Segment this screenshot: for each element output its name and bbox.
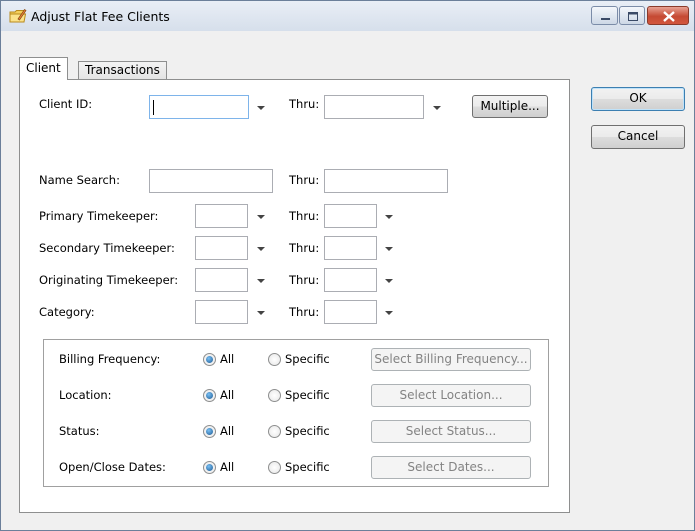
tab-transactions[interactable]: Transactions: [78, 61, 167, 80]
open-close-dates-label: Open/Close Dates:: [59, 460, 166, 474]
secondary-timekeeper-thru-input[interactable]: [324, 236, 377, 260]
minimize-icon: [601, 18, 610, 20]
open-close-dates-all-label: All: [220, 460, 235, 474]
select-billing-frequency-button[interactable]: Select Billing Frequency...: [371, 348, 531, 371]
status-specific-radio[interactable]: [268, 425, 281, 438]
open-close-dates-specific-radio[interactable]: [268, 461, 281, 474]
status-all-label: All: [220, 424, 235, 438]
maximize-icon: [628, 12, 638, 21]
primary-timekeeper-input[interactable]: [195, 204, 248, 228]
location-specific-label: Specific: [285, 388, 330, 402]
primary-timekeeper-thru-input[interactable]: [324, 204, 377, 228]
multiple-button[interactable]: Multiple...: [472, 95, 548, 118]
name-search-thru-label: Thru:: [289, 173, 320, 187]
originating-timekeeper-input[interactable]: [195, 268, 248, 292]
category-thru-label: Thru:: [289, 305, 320, 319]
primary-timekeeper-thru-label: Thru:: [289, 209, 320, 223]
originating-timekeeper-thru-dropdown-chevron-down-icon[interactable]: [381, 270, 397, 290]
ok-button[interactable]: OK: [591, 87, 685, 111]
primary-timekeeper-thru-dropdown-chevron-down-icon[interactable]: [381, 206, 397, 226]
open-close-dates-all-radio[interactable]: [203, 461, 216, 474]
secondary-timekeeper-dropdown-chevron-down-icon[interactable]: [253, 238, 269, 258]
billing-frequency-specific-label: Specific: [285, 352, 330, 366]
billing-frequency-all-label: All: [220, 352, 235, 366]
originating-timekeeper-dropdown-chevron-down-icon[interactable]: [253, 270, 269, 290]
window-title: Adjust Flat Fee Clients: [31, 9, 170, 24]
billing-frequency-label: Billing Frequency:: [59, 352, 161, 366]
select-dates-button[interactable]: Select Dates...: [371, 456, 531, 479]
name-search-input[interactable]: [149, 169, 273, 193]
client-id-thru-label: Thru:: [289, 97, 320, 111]
billing-frequency-specific-radio[interactable]: [268, 353, 281, 366]
close-button[interactable]: [647, 6, 689, 25]
secondary-timekeeper-label: Secondary Timekeeper:: [39, 241, 175, 255]
client-id-label: Client ID:: [39, 97, 93, 111]
category-thru-dropdown-chevron-down-icon[interactable]: [381, 302, 397, 322]
status-all-radio[interactable]: [203, 425, 216, 438]
originating-timekeeper-thru-input[interactable]: [324, 268, 377, 292]
minimize-button[interactable]: [591, 6, 618, 25]
category-thru-input[interactable]: [324, 300, 377, 324]
originating-timekeeper-thru-label: Thru:: [289, 273, 320, 287]
name-search-thru-input[interactable]: [324, 169, 448, 193]
status-specific-label: Specific: [285, 424, 330, 438]
text-caret: [153, 100, 154, 115]
secondary-timekeeper-thru-label: Thru:: [289, 241, 320, 255]
primary-timekeeper-label: Primary Timekeeper:: [39, 209, 159, 223]
folder-pencil-icon: [9, 8, 27, 24]
open-close-dates-specific-label: Specific: [285, 460, 330, 474]
primary-timekeeper-dropdown-chevron-down-icon[interactable]: [253, 206, 269, 226]
client-id-thru-input[interactable]: [324, 95, 424, 119]
location-all-radio[interactable]: [203, 389, 216, 402]
category-dropdown-chevron-down-icon[interactable]: [253, 302, 269, 322]
client-id-thru-dropdown-chevron-down-icon[interactable]: [429, 97, 445, 117]
select-location-button[interactable]: Select Location...: [371, 384, 531, 407]
client-id-input[interactable]: [149, 95, 249, 119]
secondary-timekeeper-input[interactable]: [195, 236, 248, 260]
select-status-button[interactable]: Select Status...: [371, 420, 531, 443]
location-specific-radio[interactable]: [268, 389, 281, 402]
dialog-window: Adjust Flat Fee Clients Client Transacti…: [0, 0, 695, 531]
location-label: Location:: [59, 388, 112, 402]
close-icon: [663, 11, 675, 22]
maximize-button[interactable]: [619, 6, 645, 25]
tab-client[interactable]: Client: [19, 57, 68, 80]
cancel-button[interactable]: Cancel: [591, 125, 685, 149]
name-search-label: Name Search:: [39, 173, 120, 187]
location-all-label: All: [220, 388, 235, 402]
category-input[interactable]: [195, 300, 248, 324]
originating-timekeeper-label: Originating Timekeeper:: [39, 273, 179, 287]
status-label: Status:: [59, 424, 100, 438]
category-label: Category:: [39, 305, 95, 319]
title-bar[interactable]: Adjust Flat Fee Clients: [1, 1, 694, 31]
secondary-timekeeper-thru-dropdown-chevron-down-icon[interactable]: [381, 238, 397, 258]
client-id-dropdown-chevron-down-icon[interactable]: [253, 97, 269, 117]
billing-frequency-all-radio[interactable]: [203, 353, 216, 366]
